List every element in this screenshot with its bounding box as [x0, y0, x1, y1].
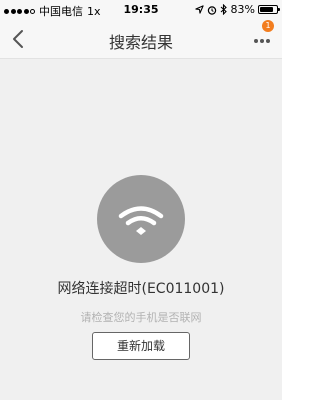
status-right: 83%: [194, 3, 280, 16]
location-arrow-icon: [194, 5, 204, 14]
error-subtitle: 请检查您的手机是否联网: [80, 311, 202, 324]
page-title: 搜索结果: [108, 33, 173, 52]
wifi-icon: [118, 206, 164, 235]
battery-percent: 83%: [230, 3, 255, 16]
more-dots-icon[interactable]: [252, 32, 272, 46]
battery-fill: [260, 7, 273, 12]
nav-bar: 搜索结果 1: [0, 20, 282, 59]
notification-badge: 1: [262, 20, 274, 32]
bluetooth-icon: [220, 4, 227, 15]
wifi-icon-circle: [97, 175, 185, 263]
status-bar: 中国电信 1x 19:35 83%: [0, 0, 282, 20]
error-content: 网络连接超时(EC011001) 请检查您的手机是否联网 重新加载: [0, 59, 282, 400]
alarm-icon: [207, 5, 216, 15]
battery-icon: [258, 5, 280, 14]
reload-button[interactable]: 重新加载: [92, 332, 190, 360]
error-title: 网络连接超时(EC011001): [57, 281, 225, 297]
